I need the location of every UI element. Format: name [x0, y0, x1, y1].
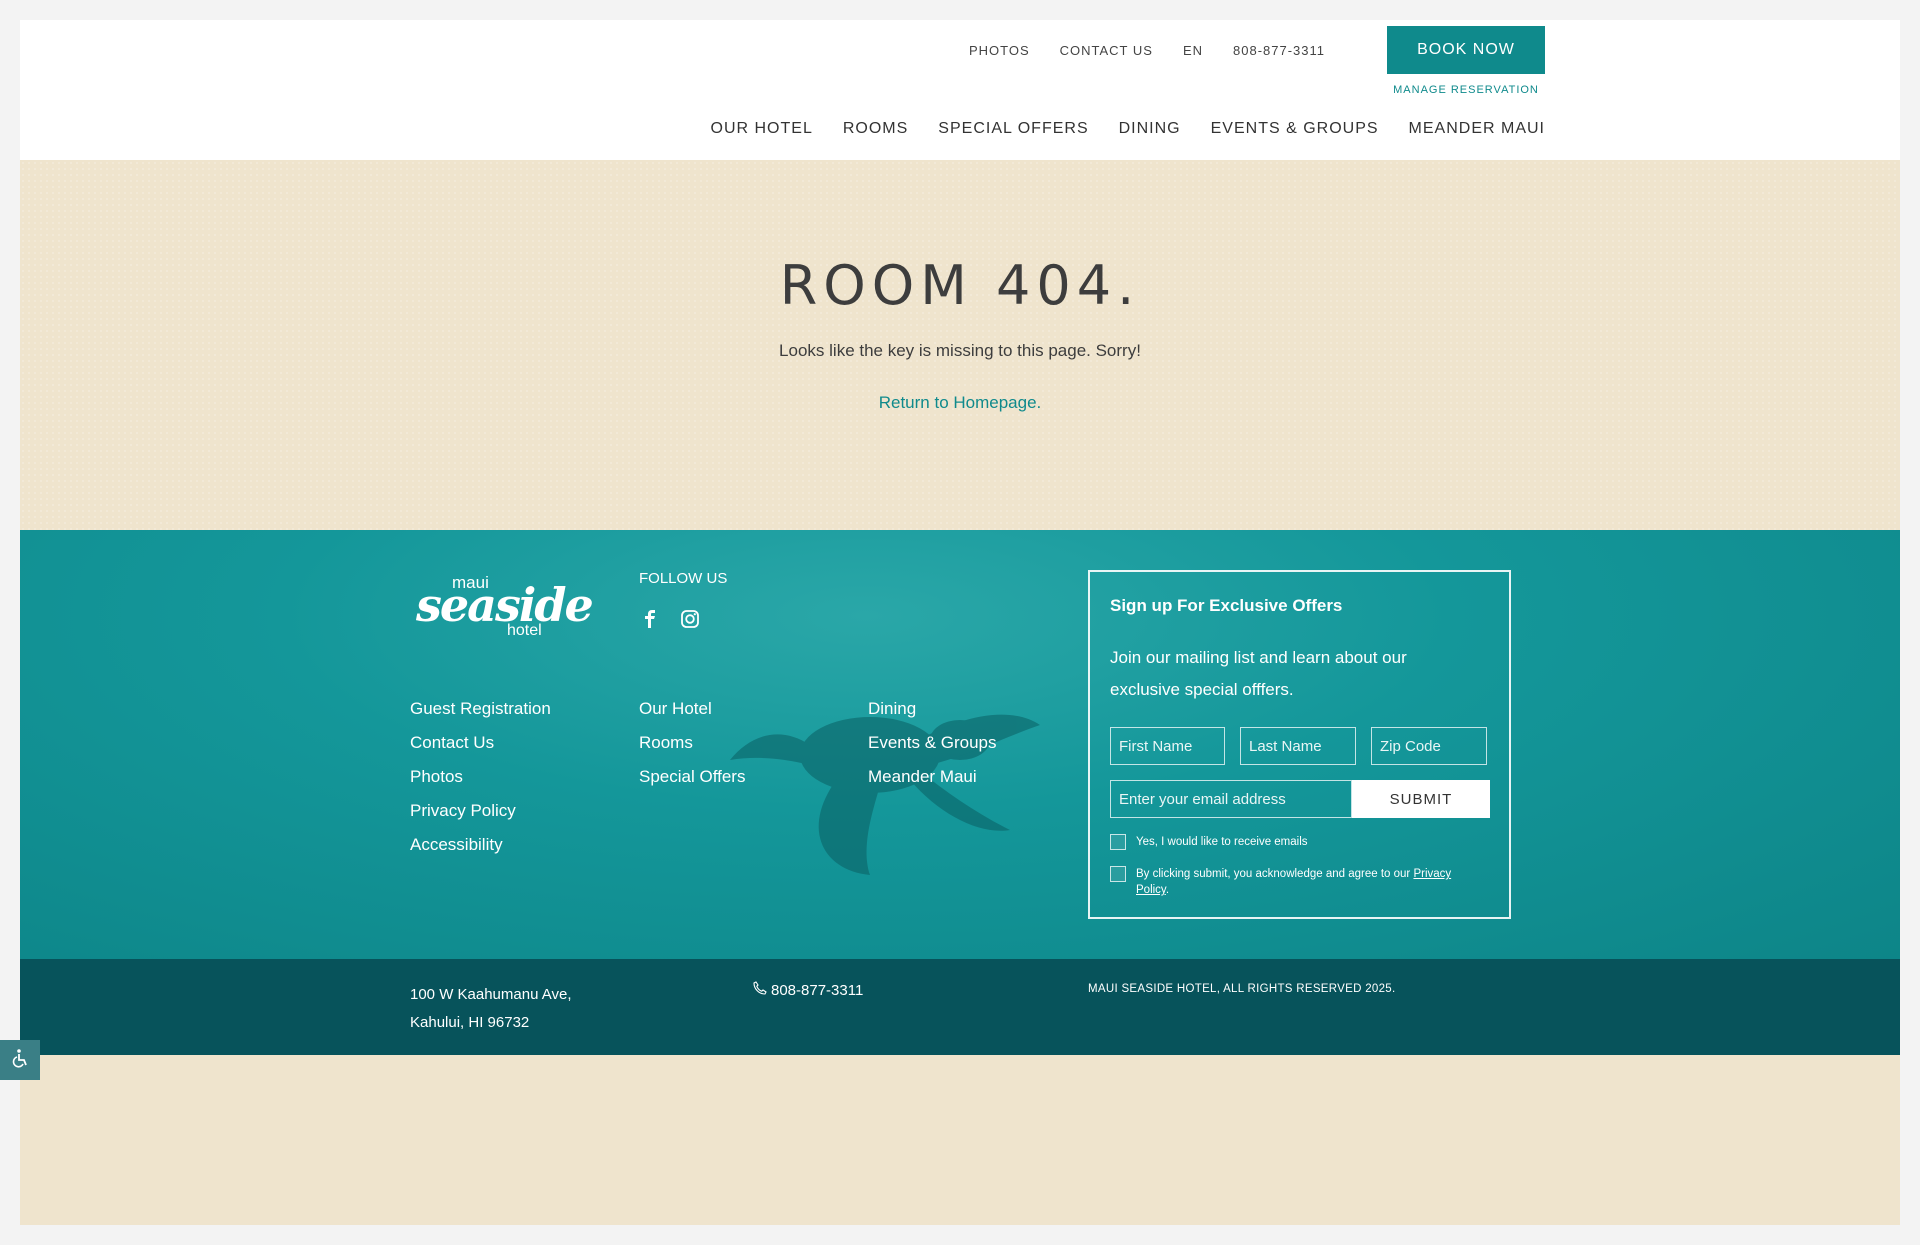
page-title: ROOM 404. — [779, 254, 1141, 317]
phone-icon — [753, 981, 767, 999]
privacy-consent-label: By clicking submit, you acknowledge and … — [1136, 866, 1486, 898]
language-selector[interactable]: EN — [1183, 43, 1203, 58]
privacy-consent-period: . — [1165, 884, 1170, 896]
nav-photos[interactable]: PHOTOS — [969, 43, 1030, 58]
phone-number: 808-877-3311 — [771, 981, 864, 999]
signup-title: Sign up For Exclusive Offers — [1110, 596, 1343, 615]
footer-link-dining[interactable]: Dining — [868, 698, 997, 720]
main-nav: OUR HOTEL ROOMS SPECIAL OFFERS DINING EV… — [711, 120, 1546, 138]
footer-link-accessibility[interactable]: Accessibility — [410, 834, 551, 856]
manage-reservation-link[interactable]: MANAGE RESERVATION — [1387, 84, 1545, 96]
footer-link-meander-maui[interactable]: Meander Maui — [868, 766, 997, 788]
instagram-icon[interactable] — [679, 608, 701, 630]
header-phone-link[interactable]: 808-877-3311 — [1233, 43, 1325, 58]
error-message: Looks like the key is missing to this pa… — [779, 341, 1141, 360]
error-hero: ROOM 404. Looks like the key is missing … — [20, 160, 1900, 530]
hotel-address: 100 W Kaahumanu Ave, Kahului, HI 96732 — [410, 981, 572, 1037]
social-links — [639, 608, 701, 630]
logo-hotel-text: hotel — [507, 622, 542, 639]
zip-code-field[interactable] — [1371, 727, 1487, 765]
footer-link-events-groups[interactable]: Events & Groups — [868, 732, 997, 754]
address-line-1: 100 W Kaahumanu Ave, — [410, 986, 572, 1003]
privacy-consent-text: By clicking submit, you acknowledge and … — [1136, 868, 1414, 880]
footer-link-photos[interactable]: Photos — [410, 766, 551, 788]
seaside-hotel-logo[interactable]: maui seaside hotel — [410, 568, 594, 648]
nav-rooms[interactable]: ROOMS — [843, 120, 908, 138]
lower-sand-area — [20, 1055, 1900, 1225]
utility-nav: PHOTOS CONTACT US EN 808-877-3311 — [969, 43, 1325, 58]
signup-description: Join our mailing list and learn about ou… — [1110, 648, 1407, 699]
nav-special-offers[interactable]: SPECIAL OFFERS — [938, 120, 1088, 138]
footer-link-guest-registration[interactable]: Guest Registration — [410, 698, 551, 720]
return-homepage-link[interactable]: Return to Homepage. — [20, 393, 1900, 413]
site-header: PHOTOS CONTACT US EN 808-877-3311 BOOK N… — [20, 20, 1900, 160]
book-now-button[interactable]: BOOK NOW — [1387, 26, 1545, 74]
email-field[interactable] — [1110, 780, 1352, 818]
footer-links-col1: Guest Registration Contact Us Photos Pri… — [410, 698, 551, 856]
privacy-consent-checkbox[interactable] — [1110, 866, 1126, 882]
footer-bottom-bar: 100 W Kaahumanu Ave, Kahului, HI 96732 8… — [20, 959, 1900, 1055]
nav-contact-us[interactable]: CONTACT US — [1060, 43, 1153, 58]
footer-links-col3: Dining Events & Groups Meander Maui — [868, 698, 997, 788]
footer-link-privacy-policy[interactable]: Privacy Policy — [410, 800, 551, 822]
footer-link-our-hotel[interactable]: Our Hotel — [639, 698, 745, 720]
newsletter-signup-form: Sign up For Exclusive Offers Join our ma… — [1088, 570, 1511, 919]
footer-link-contact-us[interactable]: Contact Us — [410, 732, 551, 754]
site-footer: maui seaside hotel FOLLOW US Guest Regis… — [20, 530, 1900, 959]
footer-links-col2: Our Hotel Rooms Special Offers — [639, 698, 745, 788]
nav-dining[interactable]: DINING — [1119, 120, 1181, 138]
footer-link-rooms[interactable]: Rooms — [639, 732, 745, 754]
follow-us-label: FOLLOW US — [639, 570, 728, 587]
copyright-text: MAUI SEASIDE HOTEL, ALL RIGHTS RESERVED … — [1088, 983, 1396, 995]
nav-our-hotel[interactable]: OUR HOTEL — [711, 120, 813, 138]
nav-meander-maui[interactable]: MEANDER MAUI — [1409, 120, 1545, 138]
address-line-2: Kahului, HI 96732 — [410, 1014, 530, 1031]
receive-emails-checkbox[interactable] — [1110, 834, 1126, 850]
footer-link-special-offers[interactable]: Special Offers — [639, 766, 745, 788]
submit-button[interactable]: SUBMIT — [1352, 780, 1490, 818]
first-name-field[interactable] — [1110, 727, 1225, 765]
footer-phone[interactable]: 808-877-3311 — [753, 981, 863, 999]
logo-seaside-text: seaside — [416, 578, 594, 632]
nav-events-groups[interactable]: EVENTS & GROUPS — [1211, 120, 1379, 138]
facebook-icon[interactable] — [639, 608, 661, 630]
accessibility-icon — [10, 1048, 30, 1073]
receive-emails-label: Yes, I would like to receive emails — [1136, 836, 1308, 848]
last-name-field[interactable] — [1240, 727, 1356, 765]
accessibility-widget-button[interactable] — [0, 1040, 40, 1080]
